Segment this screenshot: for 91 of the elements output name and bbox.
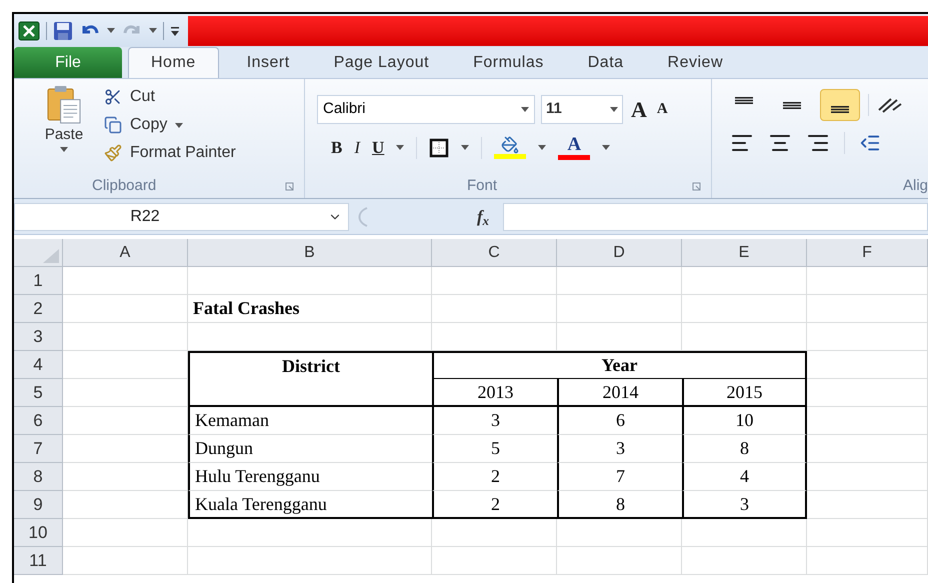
district-cell: Hulu Terengganu [188,463,432,491]
caret-icon [175,122,184,128]
ribbon-tab[interactable]: Data [566,47,646,78]
value-cell: 6 [557,407,682,435]
row-number[interactable]: 2 [14,295,63,323]
vertical-align-button[interactable] [820,89,860,121]
value-cell: 8 [557,491,682,519]
spreadsheet-logo-icon[interactable] [18,20,40,40]
grow-font-button[interactable]: A [629,93,649,126]
row-number[interactable]: 10 [14,519,63,547]
column-letter[interactable]: E [682,239,807,267]
paintbrush-icon [104,144,122,162]
file-tab[interactable]: File [14,47,122,78]
district-cell: Kuala Terengganu [188,491,432,519]
column-letter[interactable]: B [188,239,432,267]
value-cell: 7 [557,463,682,491]
paint-bucket-icon [501,136,520,154]
value-cell: 8 [682,435,807,463]
value-cell: 3 [682,491,807,519]
column-letter[interactable]: F [807,239,928,267]
insert-function-button[interactable]: f$_{x}$ [463,204,503,230]
formula-field[interactable] [503,202,928,230]
district-cell: Kemaman [188,407,432,435]
font-color-button[interactable]: A [558,135,590,160]
district-cell: Dungun [188,435,432,463]
year-header: 2014 [557,379,682,407]
value-cell: 2 [432,463,557,491]
align-icon [735,97,753,104]
caret-icon [610,107,618,112]
copy-icon [104,116,122,134]
caret-icon [602,145,610,150]
save-icon[interactable] [53,20,73,40]
caret-icon [538,145,546,150]
orientation-icon[interactable] [877,96,903,114]
underline-button[interactable]: U [372,135,384,160]
fill-color-icon[interactable] [494,136,526,160]
customize-toolbar-icon[interactable] [170,24,180,36]
column-letter[interactable]: D [557,239,682,267]
value-cell: 4 [682,463,807,491]
row-number[interactable]: 7 [14,435,63,463]
ribbon-tab[interactable]: Review [646,47,746,78]
bold-button[interactable]: B [331,135,342,160]
dialog-launcher-icon[interactable] [692,182,701,190]
caret-icon [461,145,470,150]
ribbon-tab[interactable]: Home [128,47,219,78]
caret-icon [60,146,68,152]
shrink-font-button[interactable]: A [654,98,670,121]
column-letter[interactable]: A [63,239,188,267]
value-cell: 2 [432,491,557,519]
row-number[interactable]: 1 [14,267,63,295]
value-cell: 5 [432,435,557,463]
group-label: Clipboard [92,176,156,196]
clipboard-icon [47,85,81,124]
row-number[interactable]: 8 [14,463,63,491]
font-name-field[interactable]: Calibri [317,95,535,124]
row-number[interactable]: 9 [14,491,63,519]
row-number[interactable]: 5 [14,379,63,407]
italic-button[interactable]: I [354,135,360,160]
borders-icon[interactable] [429,138,450,158]
sheet-title: Fatal Crashes [188,295,432,323]
value-cell: 3 [432,407,557,435]
ribbon-tab[interactable]: Insert [224,47,312,78]
group-label: Alig [902,176,928,196]
align-icon [783,102,801,108]
caret-icon [521,107,529,112]
caret-icon [149,28,157,33]
column-header: Year [432,351,807,379]
ribbon-tab[interactable]: Formulas [451,47,566,78]
paste-button[interactable]: Paste [34,85,94,174]
value-cell: 10 [682,407,807,435]
column-header: District [188,351,432,379]
copy-button[interactable]: Copy [104,113,236,137]
dialog-launcher-icon[interactable] [285,182,294,190]
year-header: 2015 [682,379,807,407]
cut-button[interactable]: Cut [104,85,236,109]
scissors-icon [104,88,122,106]
align-icon [831,106,849,113]
row-number[interactable]: 6 [14,407,63,435]
year-header: 2013 [432,379,557,407]
row-number[interactable]: 4 [14,351,63,379]
name-box[interactable]: R22 [14,202,349,230]
caret-icon [396,145,404,150]
caret-icon [107,28,115,33]
group-label: Font [467,176,498,196]
ribbon-tab[interactable]: Page Layout [312,47,452,78]
row-number[interactable]: 11 [14,547,63,575]
column-letter[interactable]: C [432,239,557,267]
row-number[interactable]: 3 [14,323,63,351]
format-painter-button[interactable]: Format Painter [104,141,236,165]
font-size-field[interactable]: 11 [541,95,623,124]
value-cell: 3 [557,435,682,463]
